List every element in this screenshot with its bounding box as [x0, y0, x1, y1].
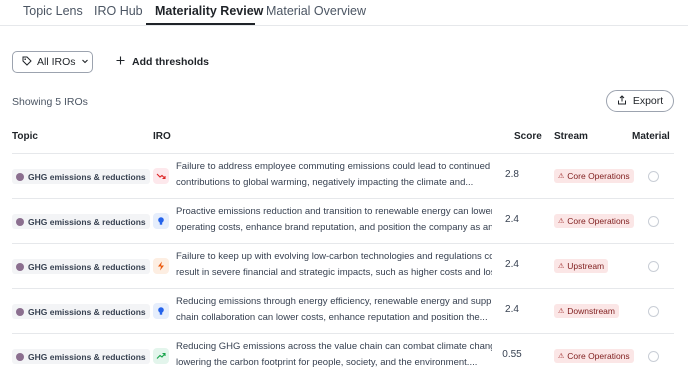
- stream-chip: ⚠ Downstream: [554, 304, 619, 318]
- topic-dot-icon: [16, 352, 24, 361]
- stream-chip: ⚠ Core Operations: [554, 214, 634, 228]
- iro-description[interactable]: Reducing GHG emissions across the value …: [176, 339, 492, 371]
- add-thresholds-button[interactable]: Add thresholds: [116, 54, 209, 70]
- topic-label: GHG emissions & reductions: [28, 171, 146, 182]
- stream-chip: ⚠ Upstream: [554, 259, 609, 273]
- plus-icon: [116, 56, 125, 68]
- score-value: 2.4: [505, 304, 519, 315]
- stream-icon: ⚠: [558, 173, 565, 180]
- column-header-material[interactable]: Material: [632, 131, 670, 142]
- iro-description[interactable]: Reducing emissions through energy effici…: [176, 294, 492, 326]
- iro-description[interactable]: Failure to keep up with evolving low-car…: [176, 249, 492, 281]
- filter-label: All IROs: [37, 56, 76, 68]
- topic-chip[interactable]: GHG emissions & reductions: [12, 349, 150, 364]
- table-row[interactable]: GHG emissions & reductions Proactive emi…: [12, 198, 674, 242]
- table-row[interactable]: GHG emissions & reductions Reducing emis…: [12, 288, 674, 332]
- topic-dot-icon: [16, 262, 24, 271]
- column-header-topic[interactable]: Topic: [12, 131, 38, 142]
- export-button[interactable]: Export: [606, 90, 674, 112]
- column-header-stream[interactable]: Stream: [554, 131, 588, 142]
- topic-dot-icon: [16, 217, 24, 226]
- topic-label: GHG emissions & reductions: [28, 216, 146, 227]
- tag-icon: [22, 56, 32, 69]
- chevron-down-icon: [81, 56, 89, 68]
- tab-material-overview[interactable]: Material Overview: [266, 4, 366, 18]
- iro-description[interactable]: Proactive emissions reduction and transi…: [176, 204, 492, 236]
- stream-chip: ⚠ Core Operations: [554, 349, 634, 363]
- topic-chip[interactable]: GHG emissions & reductions: [12, 214, 150, 229]
- topic-dot-icon: [16, 307, 24, 316]
- topic-dot-icon: [16, 172, 24, 181]
- topic-chip[interactable]: GHG emissions & reductions: [12, 169, 150, 184]
- material-radio[interactable]: [648, 261, 659, 272]
- stream-icon: ⚠: [558, 218, 565, 225]
- lightning-icon: [153, 258, 169, 274]
- stream-icon: ⚠: [558, 353, 565, 360]
- score-value: 0.55: [502, 349, 522, 360]
- tab-iro-hub[interactable]: IRO Hub: [94, 4, 143, 18]
- stream-chip: ⚠ Core Operations: [554, 169, 634, 183]
- stream-icon: ⚠: [558, 263, 565, 270]
- topic-label: GHG emissions & reductions: [28, 261, 146, 272]
- topic-chip[interactable]: GHG emissions & reductions: [12, 304, 150, 319]
- export-icon: [617, 94, 627, 108]
- export-label: Export: [632, 95, 664, 107]
- table-row[interactable]: GHG emissions & reductions Failure to ad…: [12, 153, 674, 197]
- tab-bar: Topic Lens IRO Hub Materiality Review Ma…: [0, 0, 688, 26]
- material-radio[interactable]: [648, 216, 659, 227]
- iro-filter-dropdown[interactable]: All IROs: [12, 51, 93, 73]
- score-value: 2.4: [505, 259, 519, 270]
- add-thresholds-label: Add thresholds: [132, 56, 210, 68]
- table-row[interactable]: GHG emissions & reductions Failure to ke…: [12, 243, 674, 287]
- lightbulb-icon: [153, 213, 169, 229]
- tab-materiality-review[interactable]: Materiality Review: [155, 4, 263, 18]
- material-radio[interactable]: [648, 171, 659, 182]
- material-radio[interactable]: [648, 351, 659, 362]
- score-value: 2.4: [505, 214, 519, 225]
- material-radio[interactable]: [648, 306, 659, 317]
- results-count: Showing 5 IROs: [12, 96, 88, 108]
- trend-down-icon: [153, 168, 169, 184]
- topic-label: GHG emissions & reductions: [28, 306, 146, 317]
- lightbulb-icon: [153, 303, 169, 319]
- active-tab-indicator: [146, 23, 255, 25]
- trend-up-icon: [153, 348, 169, 364]
- score-value: 2.8: [505, 169, 519, 180]
- iro-description[interactable]: Failure to address employee commuting em…: [176, 159, 492, 191]
- column-header-score[interactable]: Score: [514, 131, 542, 142]
- table-row[interactable]: GHG emissions & reductions Reducing GHG …: [12, 333, 674, 377]
- stream-icon: ⚠: [558, 308, 565, 315]
- topic-chip[interactable]: GHG emissions & reductions: [12, 259, 150, 274]
- topic-label: GHG emissions & reductions: [28, 351, 146, 362]
- tab-topic-lens[interactable]: Topic Lens: [23, 4, 83, 18]
- column-header-iro[interactable]: IRO: [153, 131, 171, 142]
